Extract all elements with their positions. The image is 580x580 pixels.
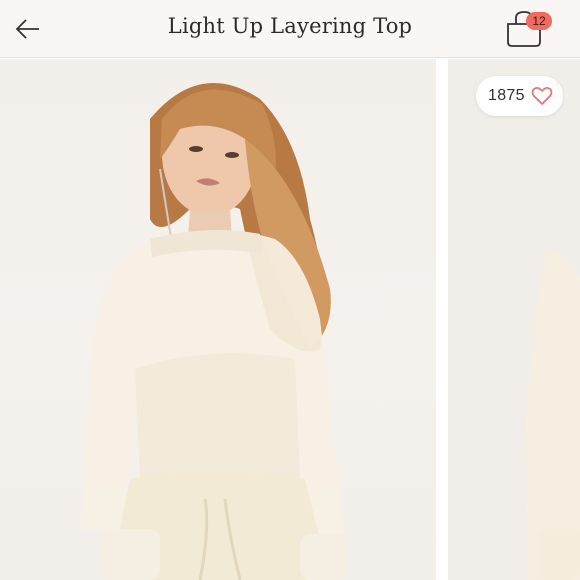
gallery-gap <box>436 59 448 580</box>
product-photo-next[interactable] <box>448 59 580 580</box>
product-image-gallery[interactable] <box>0 59 580 580</box>
back-button[interactable] <box>10 12 46 46</box>
cart-count-badge: 12 <box>526 12 552 30</box>
page-title: Light Up Layering Top <box>167 14 413 38</box>
arrow-left-icon <box>15 19 39 39</box>
heart-outline-icon <box>531 87 553 105</box>
like-count: 1875 <box>488 87 525 104</box>
product-photo-main[interactable] <box>0 59 436 580</box>
app-header: Light Up Layering Top 12 <box>0 0 580 58</box>
model-photo-illustration <box>80 83 348 580</box>
next-photo-illustration <box>526 249 580 580</box>
favorite-button[interactable]: 1875 <box>476 76 563 116</box>
